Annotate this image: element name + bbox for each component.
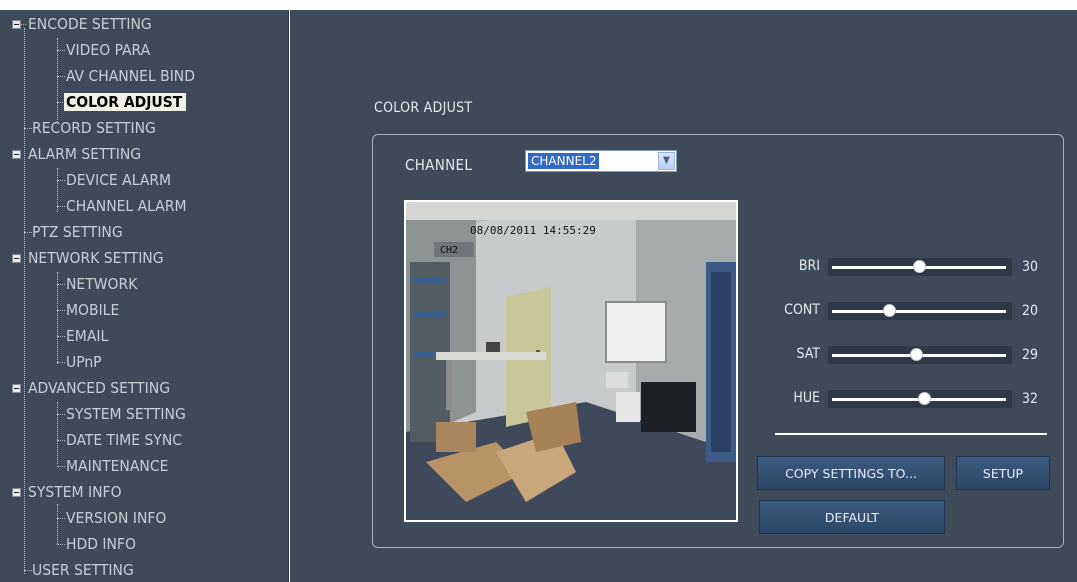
tree-item-upnp[interactable]: UPnP	[50, 350, 102, 374]
slider-cont[interactable]	[828, 302, 1012, 320]
collapse-icon[interactable]	[12, 488, 21, 497]
tree-item-encode-setting[interactable]: ENCODE SETTING	[12, 12, 152, 36]
video-channel-tag: CH2	[440, 245, 458, 256]
slider-label-bri: BRI	[798, 258, 820, 274]
slider-thumb[interactable]	[883, 304, 896, 317]
slider-thumb[interactable]	[910, 348, 923, 361]
tree-item-label: DATE TIME SYNC	[66, 431, 182, 449]
slider-value-cont: 20	[1022, 303, 1039, 319]
tree-item-label: SYSTEM INFO	[28, 483, 122, 501]
collapse-icon[interactable]	[12, 254, 21, 263]
tree-item-hdd-info[interactable]: HDD INFO	[50, 532, 136, 556]
separator-line	[775, 433, 1047, 435]
tree-item-user-setting[interactable]: USER SETTING	[18, 558, 134, 582]
collapse-icon[interactable]	[12, 150, 21, 159]
tree-item-label: COLOR ADJUST	[64, 93, 187, 111]
channel-select-value: CHANNEL2	[528, 153, 600, 169]
slider-label-hue: HUE	[793, 390, 820, 406]
default-button[interactable]: DEFAULT	[759, 500, 945, 534]
copy-settings-button[interactable]: COPY SETTINGS TO...	[757, 456, 945, 490]
color-adjust-panel: COLOR ADJUST CHANNEL CHANNEL2 ▼ 08/08/20…	[290, 10, 1077, 582]
tree-item-label: ALARM SETTING	[28, 145, 142, 163]
slider-sat[interactable]	[828, 346, 1012, 364]
tree-item-version-info[interactable]: VERSION INFO	[50, 506, 166, 530]
tree-item-system-setting[interactable]: SYSTEM SETTING	[50, 402, 186, 426]
camera-image: 08/08/2011 14:55:29 CH2	[406, 202, 736, 520]
section-title: COLOR ADJUST	[374, 100, 473, 116]
tree-item-label: MAINTENANCE	[66, 457, 169, 475]
tree-item-advanced-setting[interactable]: ADVANCED SETTING	[12, 376, 170, 400]
slider-thumb[interactable]	[913, 260, 926, 273]
tree-item-system-info[interactable]: SYSTEM INFO	[12, 480, 122, 504]
tree-item-mobile[interactable]: MOBILE	[50, 298, 119, 322]
slider-value-hue: 32	[1022, 391, 1039, 407]
tree-item-label: MOBILE	[66, 301, 120, 319]
tree-item-av-channel-bind[interactable]: AV CHANNEL BIND	[50, 64, 195, 88]
setup-button[interactable]: SETUP	[956, 456, 1050, 490]
tree-item-label: SYSTEM SETTING	[66, 405, 186, 423]
tree-item-label: ADVANCED SETTING	[28, 379, 170, 397]
tree-item-label: VERSION INFO	[66, 509, 167, 527]
tree-item-label: USER SETTING	[32, 561, 134, 579]
tree-item-color-adjust[interactable]: COLOR ADJUST	[50, 90, 187, 114]
tree-item-date-time-sync[interactable]: DATE TIME SYNC	[50, 428, 182, 452]
tree-item-network[interactable]: NETWORK	[50, 272, 137, 296]
video-timestamp: 08/08/2011 14:55:29	[470, 224, 596, 237]
slider-label-cont: CONT	[784, 302, 820, 318]
tree-item-email[interactable]: EMAIL	[50, 324, 108, 348]
tree-item-label: VIDEO PARA	[66, 41, 151, 59]
tree-item-label: PTZ SETTING	[32, 223, 123, 241]
slider-hue[interactable]	[828, 390, 1012, 408]
collapse-icon[interactable]	[12, 384, 21, 393]
tree-item-label: CHANNEL ALARM	[66, 197, 187, 215]
tree-item-ptz-setting[interactable]: PTZ SETTING	[18, 220, 123, 244]
tree-item-video-para[interactable]: VIDEO PARA	[50, 38, 150, 62]
collapse-icon[interactable]	[12, 20, 21, 29]
tree-item-label: RECORD SETTING	[32, 119, 156, 137]
channel-select[interactable]: CHANNEL2 ▼	[525, 150, 677, 172]
slider-value-bri: 30	[1022, 259, 1039, 275]
slider-thumb[interactable]	[918, 392, 931, 405]
tree-item-channel-alarm[interactable]: CHANNEL ALARM	[50, 194, 187, 218]
channel-label: CHANNEL	[405, 156, 473, 174]
tree-item-label: HDD INFO	[66, 535, 136, 553]
slider-label-sat: SAT	[796, 346, 820, 362]
slider-bri[interactable]	[828, 258, 1012, 276]
tree-item-alarm-setting[interactable]: ALARM SETTING	[12, 142, 141, 166]
tree-item-label: EMAIL	[66, 327, 109, 345]
tree-item-network-setting[interactable]: NETWORK SETTING	[12, 246, 164, 270]
tree-item-device-alarm[interactable]: DEVICE ALARM	[50, 168, 171, 192]
tree-item-record-setting[interactable]: RECORD SETTING	[18, 116, 156, 140]
slider-track[interactable]	[832, 310, 1006, 313]
tree-item-label: AV CHANNEL BIND	[66, 67, 195, 85]
tree-item-label: DEVICE ALARM	[66, 171, 172, 189]
chevron-down-icon[interactable]: ▼	[658, 152, 675, 170]
tree-item-label: NETWORK	[66, 275, 138, 293]
slider-value-sat: 29	[1022, 347, 1039, 363]
tree-item-label: ENCODE SETTING	[28, 15, 152, 33]
tree-item-maintenance[interactable]: MAINTENANCE	[50, 454, 168, 478]
tree-item-label: NETWORK SETTING	[28, 249, 164, 267]
tree-item-label: UPnP	[66, 353, 102, 371]
settings-tree-sidebar: ENCODE SETTING VIDEO PARA AV CHANNEL BIN…	[0, 10, 289, 582]
video-preview: 08/08/2011 14:55:29 CH2	[404, 200, 738, 522]
